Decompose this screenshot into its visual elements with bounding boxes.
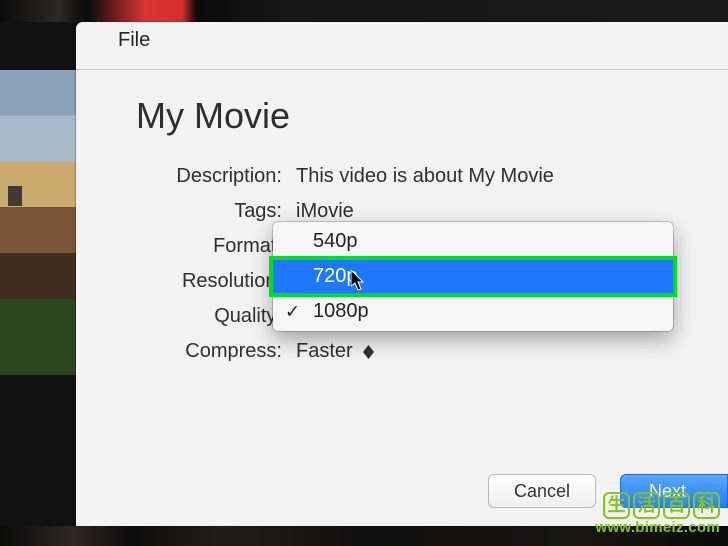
cursor-icon	[351, 270, 368, 292]
button-row: Cancel Next	[488, 474, 728, 508]
top-background-bar	[0, 0, 728, 22]
compress-label: Compress:	[138, 340, 282, 363]
quality-label: Quality:	[138, 305, 282, 328]
dropdown-option-label: 1080p	[313, 300, 369, 323]
video-thumbnail	[0, 70, 76, 375]
menubar: File	[76, 22, 728, 70]
tags-field[interactable]: iMovie	[296, 200, 688, 223]
menu-file[interactable]: File	[118, 29, 150, 52]
dropdown-option-720p[interactable]: 720p	[273, 259, 673, 294]
tags-label: Tags:	[138, 200, 282, 223]
next-button[interactable]: Next	[620, 474, 728, 508]
dropdown-option-1080p[interactable]: ✓ 1080p	[273, 294, 673, 329]
page-title: My Movie	[136, 95, 688, 137]
description-label: Description:	[138, 165, 282, 188]
bottom-background-bar	[0, 526, 728, 546]
cancel-button[interactable]: Cancel	[488, 474, 596, 508]
dropdown-option-label: 540p	[313, 230, 358, 253]
thumbnail-object	[8, 186, 22, 206]
checkmark-icon: ✓	[285, 301, 300, 322]
description-field[interactable]: This video is about My Movie	[296, 165, 688, 188]
resolution-label: Resolution:	[138, 270, 282, 293]
resolution-dropdown: 540p 720p ✓ 1080p	[273, 222, 673, 331]
compress-select[interactable]: Faster	[296, 340, 688, 363]
compress-value: Faster	[296, 340, 353, 363]
compress-stepper-icon[interactable]	[363, 345, 374, 359]
dropdown-option-540p[interactable]: 540p	[273, 224, 673, 259]
format-label: Format:	[138, 235, 282, 258]
